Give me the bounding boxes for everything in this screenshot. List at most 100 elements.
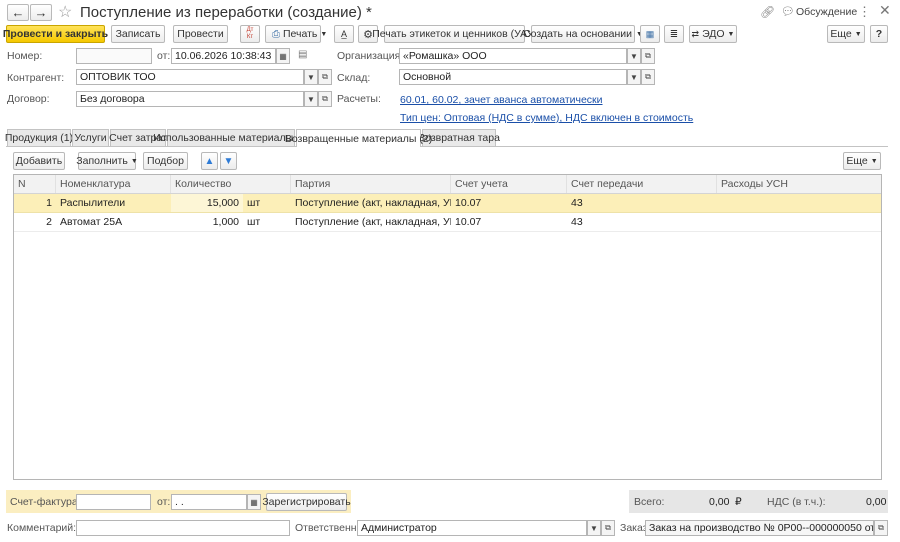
structure-icon: A̲ [340,29,347,39]
column-header-qty[interactable]: Количество [171,175,291,193]
cell-qty: 15,000 [171,194,243,212]
table-row[interactable]: 2 Автомат 25А 1,000 шт Поступление (акт,… [14,213,881,232]
org-label: Организация: [337,50,404,62]
edo-button[interactable]: ⇄ ЭДО ▼ [689,25,737,43]
table-row[interactable]: 1 Распылители 15,000 шт Поступление (акт… [14,194,881,213]
contract-open-button[interactable]: ⧉ [318,91,332,107]
create-based-on-button[interactable]: Создать на основании ▼ [523,25,643,43]
comment-field[interactable] [76,520,290,536]
settlements-link[interactable]: 60.01, 60.02, зачет аванса автоматически [400,93,603,107]
invoice-number-field[interactable] [76,494,151,510]
edo-icon: ⇄ [691,28,700,39]
fill-button[interactable]: Заполнить ▼ [76,152,138,170]
post-button[interactable]: Провести [173,25,228,43]
calendar-button[interactable]: ▦ [276,48,290,64]
chevron-down-icon: ▼ [727,30,735,38]
chevron-down-icon: ▼ [630,72,638,82]
responsible-field[interactable]: Администратор [357,520,587,536]
arrow-left-icon: ← [11,5,25,20]
chevron-down-icon: ▼ [320,30,328,38]
close-icon[interactable]: ✕ [879,2,891,19]
link-icon[interactable]: 🔗︎ [760,5,775,19]
back-button[interactable]: ← [7,4,29,21]
invoice-calendar-button[interactable]: ▦ [247,494,261,510]
doc-info-icon[interactable]: ▤ [298,49,307,60]
column-header-n[interactable]: N [14,175,56,193]
org-open-button[interactable]: ⧉ [641,48,655,64]
open-icon: ⧉ [605,523,611,532]
discussion-icon[interactable]: 💬︎ [781,5,795,18]
warehouse-open-button[interactable]: ⧉ [641,69,655,85]
contractor-open-button[interactable]: ⧉ [318,69,332,85]
edo-label: ЭДО [702,28,725,40]
forward-button[interactable]: → [30,4,52,21]
register-button[interactable]: Зарегистрировать [262,493,351,511]
contract-field[interactable]: Без договора [76,91,304,107]
open-icon: ⧉ [645,72,651,81]
tab-products[interactable]: Продукция (1) [5,129,73,146]
responsible-dropdown[interactable]: ▼ [587,520,601,536]
open-icon: ⧉ [878,523,884,532]
price-type-link[interactable]: Тип цен: Оптовая (НДС в сумме), НДС вклю… [400,111,693,125]
column-header-transfer[interactable]: Счет передачи [567,175,717,193]
select-button[interactable]: Подбор [143,152,188,170]
column-header-item[interactable]: Номенклатура [56,175,171,193]
contract-dropdown[interactable]: ▼ [304,91,318,107]
help-button[interactable]: ? [870,25,888,43]
tab-services[interactable]: Услуги [72,129,109,146]
table-more-button[interactable]: Еще ▼ [843,152,881,170]
chevron-down-icon: ▼ [870,157,878,165]
org-dropdown[interactable]: ▼ [627,48,641,64]
invoice-date-field[interactable]: . . [171,494,247,510]
tab-returnable-containers[interactable]: Возвратная тара [418,129,500,146]
number-label: Номер: [7,50,43,62]
materials-table: N Номенклатура Количество Партия Счет уч… [13,174,882,480]
number-field[interactable] [76,48,152,64]
post-and-close-button[interactable]: Провести и закрыть [3,25,108,43]
cell-unit: шт [247,197,261,209]
dt-kt-button[interactable]: Дт Кт [240,25,260,43]
move-down-button[interactable]: ▼ [220,152,237,170]
tab-used-materials[interactable]: Использованные материалы (5) [153,129,309,146]
cell-unit: шт [247,216,261,228]
print-labels-button[interactable]: Печать этикеток и ценников (УАУ) [372,25,537,43]
print-label: Печать [283,28,318,40]
contract-label: Договор: [7,93,50,105]
chevron-down-icon: ▼ [854,30,862,38]
order-open-button[interactable]: ⧉ [874,520,888,536]
more-button[interactable]: Еще ▼ [827,25,865,43]
date-field[interactable]: 10.06.2026 10:38:43 [171,48,276,64]
warehouse-dropdown[interactable]: ▼ [627,69,641,85]
cell-usn [717,213,881,231]
column-header-batch[interactable]: Партия [291,175,451,193]
invoice-date-label: от: [157,496,171,508]
contractor-dropdown[interactable]: ▼ [304,69,318,85]
cell-batch: Поступление (акт, накладная, УПД) 0... [295,216,451,228]
list-button[interactable]: ≣ [664,25,684,43]
discussion-link[interactable]: Обсуждение [796,6,857,18]
save-button[interactable]: Записать [111,25,165,43]
structure-button[interactable]: A̲ [334,25,354,43]
tabs-baseline [6,146,888,147]
calendar-icon: ▦ [279,51,287,61]
contractor-field[interactable]: ОПТОВИК ТОО [76,69,304,85]
org-field[interactable]: «Ромашка» ООО [399,48,627,64]
arrow-up-icon: ▲ [204,155,215,167]
maximize-icon[interactable] [867,4,877,14]
responsible-open-button[interactable]: ⧉ [601,520,615,536]
warehouse-field[interactable]: Основной [399,69,627,85]
add-row-button[interactable]: Добавить [13,152,65,170]
tab-returned-materials[interactable]: Возвращенные материалы (2) [285,129,432,147]
arrow-right-icon: → [34,5,48,20]
report-button[interactable]: ▦ [640,25,660,43]
currency-symbol: ₽ [735,496,742,508]
move-up-button[interactable]: ▲ [201,152,218,170]
print-button[interactable]: ⎙ Печать ▼ [265,25,327,43]
vat-value: 0,00 [866,496,887,508]
order-field[interactable]: Заказ на производство № 0Р00--000000050 … [645,520,874,536]
column-header-usn[interactable]: Расходы УСН [717,175,881,193]
column-header-account[interactable]: Счет учета [451,175,567,193]
chevron-down-icon: ▼ [590,523,598,533]
favorite-star-icon[interactable]: ☆ [58,2,72,22]
cell-usn [717,194,881,212]
